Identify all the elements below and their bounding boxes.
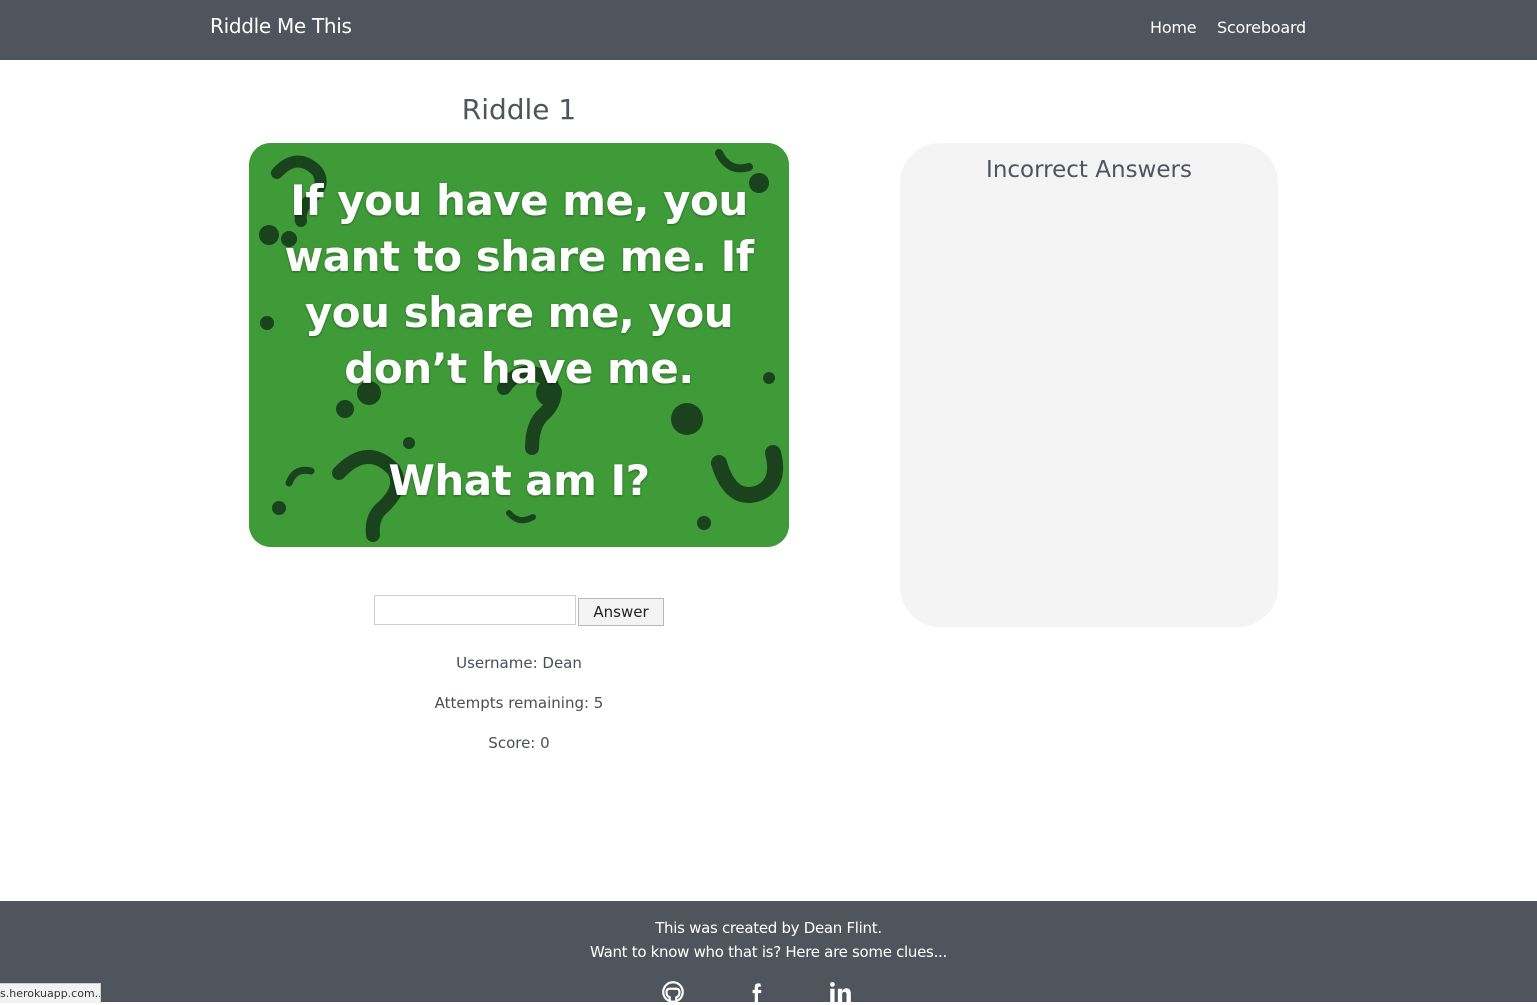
brand-link[interactable]: Riddle Me This	[210, 14, 352, 38]
nav-home-link[interactable]: Home	[1150, 18, 1197, 37]
status-bar-url: s.herokuapp.com...	[0, 983, 101, 1003]
footer-credit: This was created by Dean Flint.	[655, 919, 882, 937]
linkedin-icon[interactable]	[827, 979, 853, 1005]
riddle-question: What am I?	[388, 456, 651, 505]
navbar: Riddle Me This Home Scoreboard	[0, 0, 1537, 60]
nav-scoreboard-link[interactable]: Scoreboard	[1217, 18, 1306, 37]
footer-clues: Want to know who that is? Here are some …	[590, 943, 947, 961]
facebook-icon[interactable]	[745, 979, 771, 1005]
github-icon[interactable]	[660, 979, 686, 1005]
riddle-image: If you have me, you want to share me. If…	[249, 143, 789, 547]
incorrect-answers-panel: Incorrect Answers	[900, 143, 1278, 627]
incorrect-answers-title: Incorrect Answers	[986, 157, 1192, 183]
attempts-remaining-label: Attempts remaining: 5	[434, 694, 604, 712]
riddle-title: Riddle 1	[461, 93, 577, 126]
answer-button[interactable]: Answer	[578, 598, 664, 626]
username-label: Username: Dean	[456, 654, 582, 672]
footer: This was created by Dean Flint. Want to …	[0, 901, 1537, 1005]
riddle-text: If you have me, you want to share me. If…	[284, 176, 754, 393]
answer-input[interactable]	[374, 595, 576, 625]
score-label: Score: 0	[488, 734, 550, 752]
